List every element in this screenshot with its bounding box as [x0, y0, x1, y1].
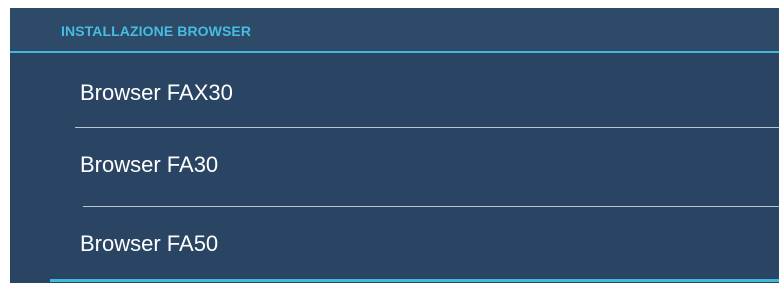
menu-item-browser-fa50[interactable]: Browser FA50: [10, 207, 779, 279]
menu-item-browser-fa30[interactable]: Browser FA30: [10, 128, 779, 206]
menu-item-label: Browser FA30: [80, 152, 219, 177]
panel-bottom-accent: [50, 279, 779, 282]
menu-item-browser-fax30[interactable]: Browser FAX30: [10, 53, 779, 127]
menu-item-label: Browser FA50: [80, 231, 219, 256]
panel-header: INSTALLAZIONE BROWSER: [10, 8, 779, 53]
menu-item-label: Browser FAX30: [80, 80, 233, 105]
browser-install-panel: INSTALLAZIONE BROWSER Browser FAX30 Brow…: [10, 8, 779, 283]
panel-title: INSTALLAZIONE BROWSER: [61, 23, 252, 39]
